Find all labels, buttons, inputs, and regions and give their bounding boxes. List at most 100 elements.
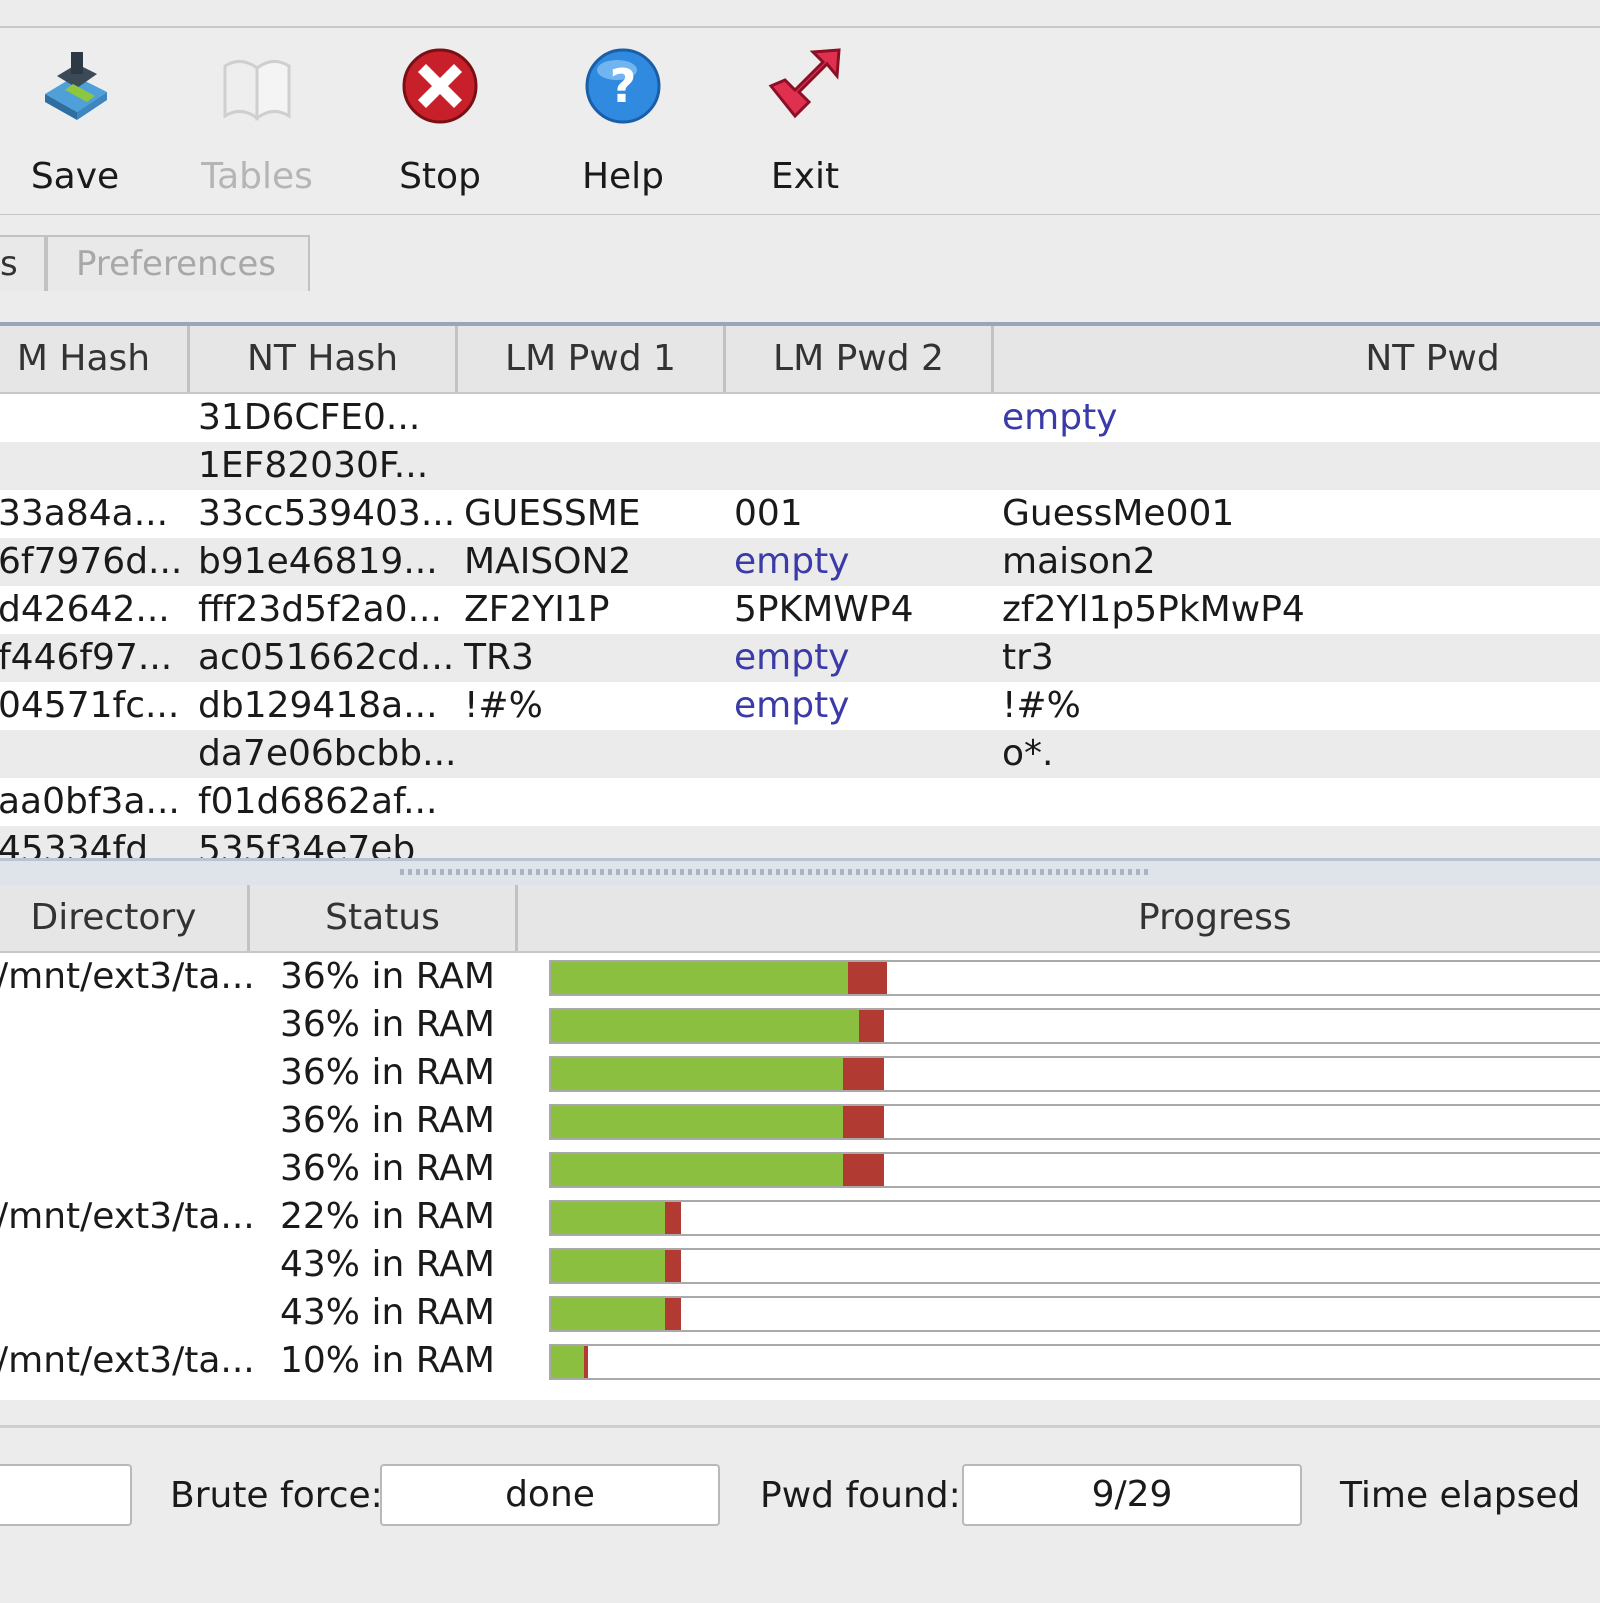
progress-fill: [551, 1106, 843, 1138]
lm-pwd2-cell: empty: [734, 541, 850, 582]
save-icon: [45, 52, 107, 120]
lm-pwd2-cell: empty: [734, 685, 850, 726]
lm-pwd2-cell: 001: [734, 493, 803, 534]
help-button[interactable]: ? Help: [538, 46, 708, 206]
splitter-grip[interactable]: [400, 869, 1150, 875]
table-row[interactable]: 6f7976d... b91e46819... MAISON2 empty maison…: [0, 538, 1600, 586]
stop-icon: [402, 48, 478, 124]
tab-preferences[interactable]: Preferences: [46, 235, 310, 291]
col-nt-hash[interactable]: NT Hash: [190, 326, 458, 392]
help-label: Help: [581, 156, 665, 197]
col-lm-pwd2[interactable]: LM Pwd 2: [726, 326, 994, 392]
list-item[interactable]: 36% in RAM: [0, 1145, 1600, 1193]
list-item[interactable]: 36% in RAM: [0, 1001, 1600, 1049]
progress-fill: [551, 1346, 584, 1378]
table-row[interactable]: d42642... fff23d5f2a0... ZF2YI1P 5PKMWP4 zf2…: [0, 586, 1600, 634]
lm-hash-cell: 33a84a...: [0, 493, 169, 534]
lm-hash-cell: f446f97...: [0, 637, 173, 678]
exit-button[interactable]: Exit: [720, 46, 890, 206]
list-item[interactable]: /mnt/ext3/ta... 10% in RAM: [0, 1337, 1600, 1385]
directory-cell: /mnt/ext3/ta...: [0, 956, 255, 997]
status-cell: 36% in RAM: [280, 1148, 495, 1189]
tab-bar: s Preferences: [0, 215, 1600, 300]
progress-loading-segment: [584, 1346, 589, 1378]
stop-button[interactable]: Stop: [355, 46, 525, 206]
progress-loading-segment: [665, 1298, 681, 1330]
table-row[interactable]: 1EF82030F...: [0, 442, 1600, 490]
progress-loading-segment: [665, 1250, 681, 1282]
status-cell: 36% in RAM: [280, 956, 495, 997]
table-row[interactable]: 31D6CFE0... empty: [0, 394, 1600, 442]
col-progress[interactable]: Progress: [518, 885, 1600, 951]
progress-fill: [551, 1202, 666, 1234]
progress-loading-segment: [859, 1010, 885, 1042]
nt-pwd-cell: empty: [1002, 397, 1118, 438]
list-item[interactable]: /mnt/ext3/ta... 22% in RAM: [0, 1193, 1600, 1241]
table-row[interactable]: 04571fc... db129418a... !#% empty !#%: [0, 682, 1600, 730]
progress-loading-segment: [848, 962, 887, 994]
tab-partial[interactable]: s: [0, 235, 46, 291]
table-row[interactable]: f446f97... ac051662cd... TR3 empty tr3: [0, 634, 1600, 682]
nt-hash-cell: 1EF82030F...: [198, 445, 429, 486]
status-cell: 36% in RAM: [280, 1052, 495, 1093]
nt-hash-cell: db129418a...: [198, 685, 438, 726]
progress-bar: [549, 960, 1600, 996]
list-item[interactable]: /mnt/ext3/ta... 36% in RAM: [0, 953, 1600, 1001]
progress-bar: [549, 1104, 1600, 1140]
col-lm-pwd1[interactable]: LM Pwd 1: [458, 326, 726, 392]
directory-cell: /mnt/ext3/ta...: [0, 1196, 255, 1237]
time-elapsed-label: Time elapsed: [1340, 1475, 1581, 1516]
col-directory[interactable]: Directory: [0, 885, 250, 951]
list-item[interactable]: 36% in RAM: [0, 1097, 1600, 1145]
pane-splitter[interactable]: [0, 858, 1600, 885]
lm-hash-cell: d42642...: [0, 589, 170, 630]
exit-arrow-icon: [768, 48, 841, 119]
lm-pwd1-cell: ZF2YI1P: [464, 589, 610, 630]
col-lm-hash[interactable]: M Hash: [0, 326, 190, 392]
lm-hash-cell: 04571fc...: [0, 685, 180, 726]
lm-hash-cell: 6f7976d...: [0, 541, 183, 582]
progress-bar: [549, 1248, 1600, 1284]
lm-pwd1-cell: TR3: [464, 637, 534, 678]
lm-pwd2-cell: empty: [734, 637, 850, 678]
nt-hash-cell: b91e46819...: [198, 541, 438, 582]
status-cell: 36% in RAM: [280, 1100, 495, 1141]
progress-bar: [549, 1056, 1600, 1092]
save-button[interactable]: Save: [0, 46, 160, 206]
svg-text:?: ?: [610, 59, 637, 113]
status-bar: Brute force: done Pwd found: 9/29 Time e…: [0, 1425, 1600, 1603]
nt-hash-cell: 31D6CFE0...: [198, 397, 421, 438]
table-row[interactable]: aa0bf3a... f01d6862af...: [0, 778, 1600, 826]
progress-loading-segment: [842, 1106, 885, 1138]
brute-force-label: Brute force:: [170, 1475, 383, 1516]
table-row[interactable]: 33a84a... 33cc539403... GUESSME 001 GuessMe0…: [0, 490, 1600, 538]
progress-fill: [551, 1058, 843, 1090]
book-icon: [223, 60, 291, 121]
nt-pwd-cell: !#%: [1002, 685, 1081, 726]
brute-force-field: done: [380, 1464, 720, 1526]
nt-hash-cell: fff23d5f2a0...: [198, 589, 442, 630]
stop-label: Stop: [399, 156, 481, 197]
lm-hash-cell: aa0bf3a...: [0, 781, 180, 822]
pwd-found-field: 9/29: [962, 1464, 1302, 1526]
tables-status-header: Directory Status Progress: [0, 885, 1600, 953]
list-item[interactable]: 43% in RAM: [0, 1241, 1600, 1289]
progress-bar: [549, 1344, 1600, 1380]
list-item[interactable]: 43% in RAM: [0, 1289, 1600, 1337]
lm-pwd1-cell: MAISON2: [464, 541, 632, 582]
table-row[interactable]: da7e06bcbb... o*.: [0, 730, 1600, 778]
hash-table-header: M Hash NT Hash LM Pwd 1 LM Pwd 2 NT Pwd: [0, 326, 1600, 394]
col-status[interactable]: Status: [250, 885, 518, 951]
progress-fill: [551, 1298, 666, 1330]
status-cell: 22% in RAM: [280, 1196, 495, 1237]
nt-pwd-cell: tr3: [1002, 637, 1054, 678]
list-item[interactable]: 36% in RAM: [0, 1049, 1600, 1097]
col-nt-pwd[interactable]: NT Pwd: [994, 326, 1600, 392]
progress-bar: [549, 1152, 1600, 1188]
progress-bar: [549, 1008, 1600, 1044]
progress-fill: [551, 1250, 666, 1282]
tables-button[interactable]: Tables: [172, 46, 342, 206]
progress-fill: [551, 962, 848, 994]
nt-hash-cell: da7e06bcbb...: [198, 733, 457, 774]
nt-pwd-cell: GuessMe001: [1002, 493, 1235, 534]
